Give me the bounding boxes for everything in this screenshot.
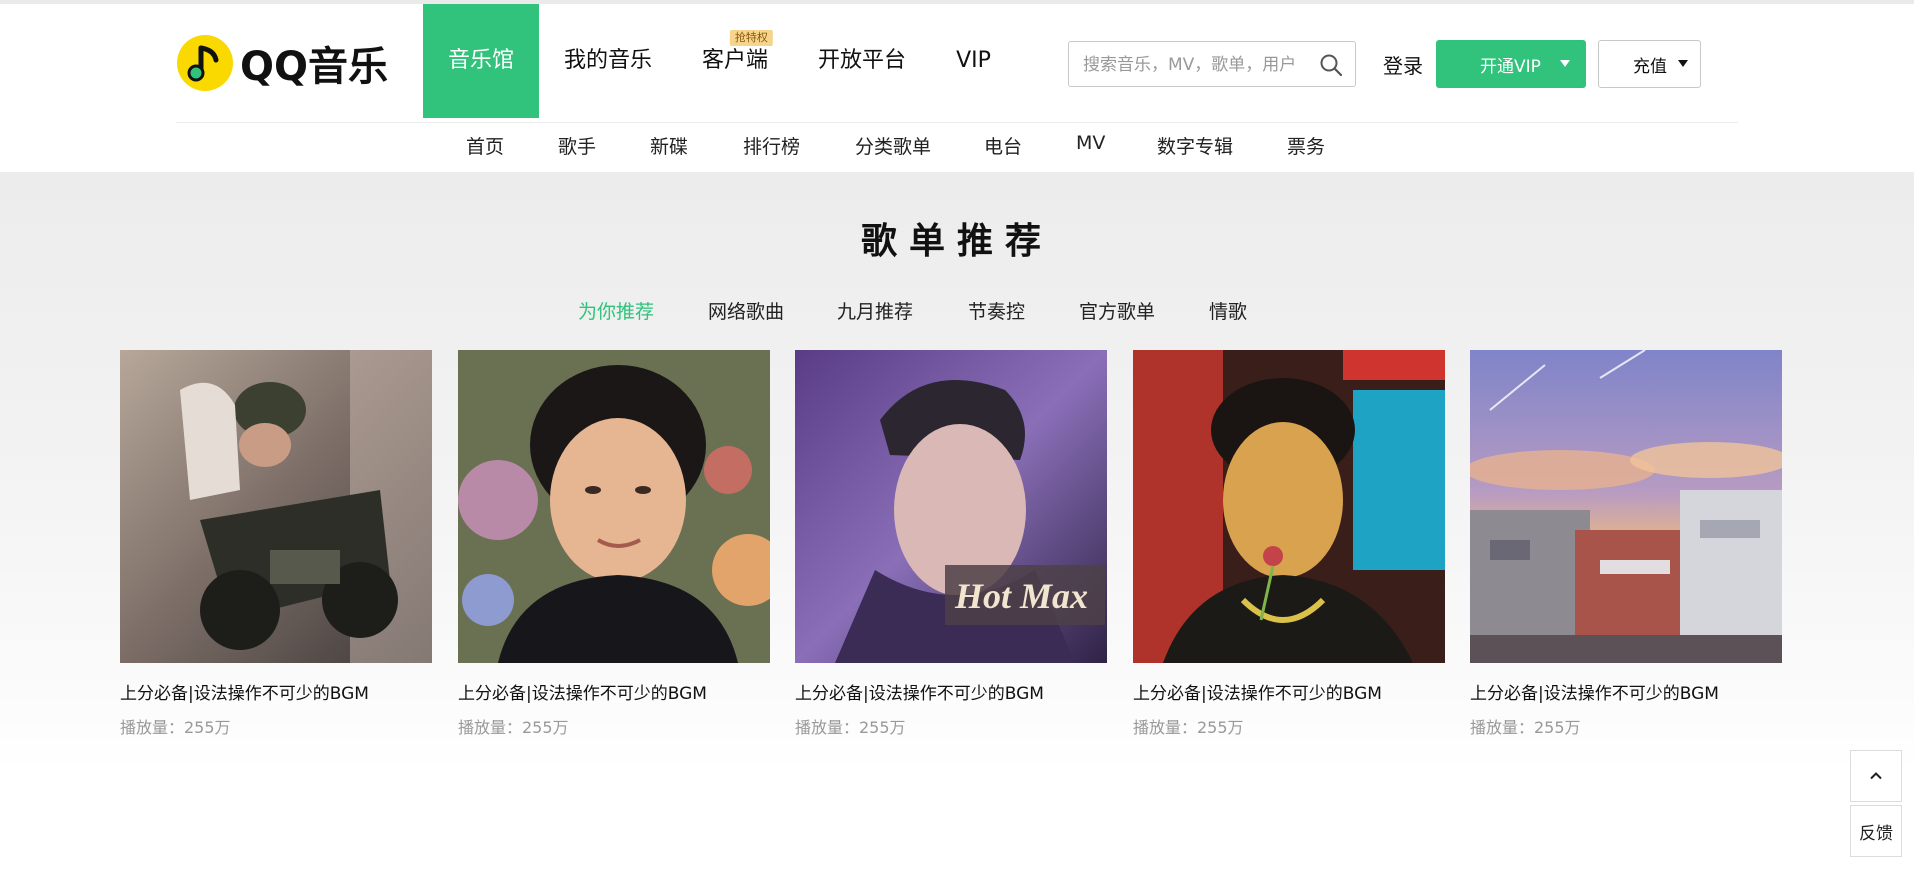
- qq-music-logo-icon: [177, 35, 233, 91]
- playlist-play-count: 播放量：255万: [458, 718, 569, 737]
- subnav-new-albums[interactable]: 新碟: [650, 132, 688, 159]
- search-input[interactable]: [1081, 42, 1313, 88]
- subnav-charts[interactable]: 排行榜: [743, 132, 800, 159]
- subnav-tickets[interactable]: 票务: [1287, 132, 1325, 159]
- playlist-title[interactable]: 上分必备|设法操作不可少的BGM: [120, 679, 432, 704]
- playlist-card[interactable]: 上分必备|设法操作不可少的BGM 播放量：255万: [1470, 350, 1782, 738]
- feedback-button[interactable]: 反馈: [1850, 805, 1902, 857]
- nav-open-platform[interactable]: 开放平台: [793, 4, 931, 118]
- tab-love-songs[interactable]: 情歌: [1209, 297, 1247, 324]
- cover-text: Hot Max: [954, 576, 1088, 616]
- playlist-title[interactable]: 上分必备|设法操作不可少的BGM: [1470, 679, 1782, 704]
- nav-vip[interactable]: VIP: [931, 4, 1016, 118]
- side-tools: 反馈: [1850, 750, 1902, 857]
- open-vip-label: 开通VIP: [1480, 56, 1541, 77]
- nav-my-music[interactable]: 我的音乐: [539, 4, 677, 118]
- login-link[interactable]: 登录: [1383, 50, 1423, 79]
- playlist-title[interactable]: 上分必备|设法操作不可少的BGM: [1133, 679, 1445, 704]
- playlist-title[interactable]: 上分必备|设法操作不可少的BGM: [458, 679, 770, 704]
- playlist-card[interactable]: 上分必备|设法操作不可少的BGM 播放量：255万: [1133, 350, 1445, 738]
- sub-nav: 首页 歌手 新碟 排行榜 分类歌单 电台 MV 数字专辑 票务: [0, 132, 1914, 168]
- subnav-radio[interactable]: 电台: [984, 132, 1022, 159]
- playlist-card[interactable]: 上分必备|设法操作不可少的BGM 播放量：255万: [458, 350, 770, 738]
- subnav-mv[interactable]: MV: [1076, 132, 1105, 154]
- playlist-play-count: 播放量：255万: [795, 718, 906, 737]
- playlist-cover[interactable]: [120, 350, 432, 663]
- caret-down-icon: [1560, 60, 1570, 67]
- open-vip-button[interactable]: 开通VIP: [1436, 40, 1586, 88]
- recharge-button[interactable]: 充值: [1598, 40, 1701, 88]
- subnav-digital-albums[interactable]: 数字专辑: [1157, 132, 1233, 159]
- tab-september[interactable]: 九月推荐: [837, 297, 913, 324]
- nav-music-hall[interactable]: 音乐馆: [423, 4, 540, 118]
- recharge-label: 充值: [1633, 56, 1667, 77]
- main-nav: 音乐馆 我的音乐 客户端 抢特权 开放平台 VIP: [423, 4, 1016, 118]
- tab-internet-songs[interactable]: 网络歌曲: [708, 297, 784, 324]
- nav-client[interactable]: 客户端 抢特权: [677, 4, 793, 118]
- logo-text: QQ音乐: [240, 44, 389, 90]
- subnav-home[interactable]: 首页: [466, 132, 504, 159]
- category-tabs: 为你推荐 网络歌曲 九月推荐 节奏控 官方歌单 情歌: [0, 297, 1914, 327]
- tab-official[interactable]: 官方歌单: [1079, 297, 1155, 324]
- subnav-singers[interactable]: 歌手: [558, 132, 596, 159]
- search-box: [1068, 41, 1356, 88]
- chevron-up-icon: [1870, 772, 1882, 780]
- playlist-cover[interactable]: [1133, 350, 1445, 663]
- tab-recommended[interactable]: 为你推荐: [578, 297, 654, 324]
- tab-rhythm[interactable]: 节奏控: [968, 297, 1025, 324]
- header: QQ音乐 音乐馆 我的音乐 客户端 抢特权 开放平台 VIP 登录 开通VIP …: [0, 4, 1914, 172]
- header-divider: [176, 122, 1738, 123]
- playlist-card[interactable]: 上分必备|设法操作不可少的BGM 播放量：255万: [120, 350, 432, 738]
- search-icon[interactable]: [1319, 53, 1343, 77]
- back-to-top-button[interactable]: [1850, 750, 1902, 802]
- section-title: 歌单推荐: [860, 221, 1053, 262]
- privilege-badge: 抢特权: [729, 30, 773, 46]
- nav-client-label: 客户端: [702, 48, 769, 73]
- playlist-section: 歌单推荐 为你推荐 网络歌曲 九月推荐 节奏控 官方歌单 情歌 上分必备|设法操…: [0, 172, 1914, 895]
- playlist-cover[interactable]: Hot Max: [795, 350, 1107, 663]
- subnav-playlists[interactable]: 分类歌单: [855, 132, 931, 159]
- playlist-title[interactable]: 上分必备|设法操作不可少的BGM: [795, 679, 1107, 704]
- playlist-play-count: 播放量：255万: [1470, 718, 1581, 737]
- playlist-card[interactable]: Hot Max 上分必备|设法操作不可少的BGM 播放量：255万: [795, 350, 1107, 738]
- playlist-play-count: 播放量：255万: [120, 718, 231, 737]
- caret-down-icon: [1678, 60, 1688, 67]
- playlist-play-count: 播放量：255万: [1133, 718, 1244, 737]
- playlist-cover[interactable]: [1470, 350, 1782, 663]
- logo[interactable]: QQ音乐: [176, 32, 388, 94]
- playlist-cover[interactable]: [458, 350, 770, 663]
